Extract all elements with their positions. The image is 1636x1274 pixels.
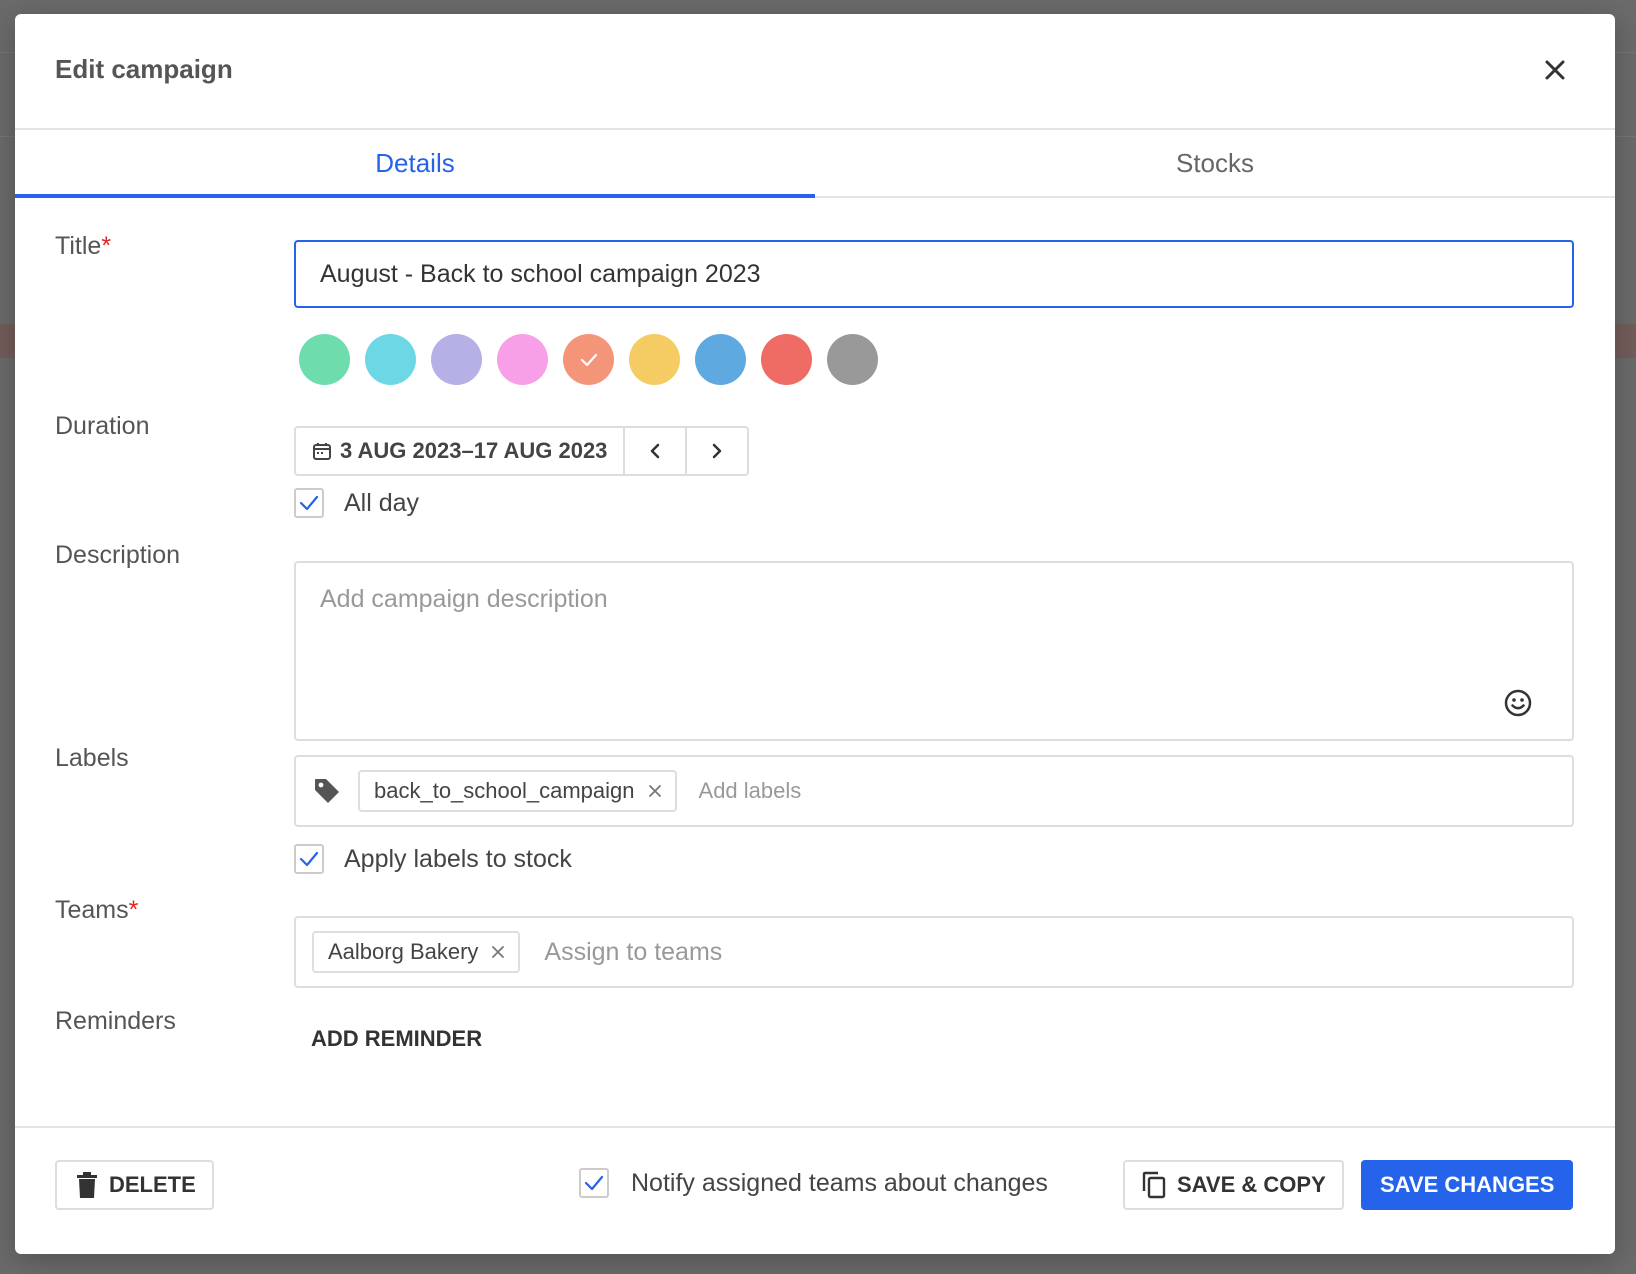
duration-label: Duration: [55, 412, 150, 440]
previous-range-button[interactable]: [625, 428, 688, 474]
description-placeholder: Add campaign description: [320, 585, 608, 613]
calendar-icon: [313, 443, 331, 460]
label-chip-text: back_to_school_campaign: [374, 778, 635, 803]
color-picker: [299, 334, 878, 385]
description-label: Description: [55, 541, 181, 569]
apply-labels-label: Apply labels to stock: [344, 844, 572, 873]
edit-campaign-dialog: Edit campaign Details Stocks Title* Augu…: [15, 14, 1615, 1254]
teams-placeholder: Assign to teams: [544, 937, 723, 966]
color-swatch[interactable]: [299, 334, 350, 385]
labels-label: Labels: [55, 744, 129, 772]
teams-input[interactable]: Aalborg Bakery Assign to teams: [294, 916, 1574, 988]
color-swatch[interactable]: [563, 334, 614, 385]
tab-bar: Details Stocks: [15, 130, 1615, 198]
color-swatch[interactable]: [431, 334, 482, 385]
save-changes-button[interactable]: SAVE CHANGES: [1361, 1160, 1574, 1210]
checkmark-icon: [299, 495, 319, 511]
duration-picker: 3 AUG 2023–17 AUG 2023: [294, 426, 750, 476]
all-day-label: All day: [344, 488, 420, 517]
tab-details[interactable]: Details: [15, 130, 815, 198]
team-chip-text: Aalborg Bakery: [328, 939, 479, 964]
title-label: Title*: [55, 232, 111, 261]
label-chip: back_to_school_campaign: [358, 770, 677, 812]
title-input[interactable]: August - Back to school campaign 2023: [294, 240, 1574, 308]
chevron-left-icon: [651, 443, 660, 459]
remove-team-icon[interactable]: [490, 944, 506, 960]
save-copy-button[interactable]: SAVE & COPY: [1123, 1160, 1344, 1210]
title-label-text: Title: [55, 232, 102, 260]
date-range-button[interactable]: 3 AUG 2023–17 AUG 2023: [296, 428, 626, 474]
color-swatch[interactable]: [365, 334, 416, 385]
color-swatch[interactable]: [497, 334, 548, 385]
apply-labels-row: Apply labels to stock: [294, 844, 572, 874]
required-marker: *: [101, 232, 112, 260]
date-range-text: 3 AUG 2023–17 AUG 2023: [340, 438, 608, 463]
notify-label: Notify assigned teams about changes: [631, 1168, 1048, 1197]
description-textarea[interactable]: Add campaign description: [294, 561, 1574, 741]
checkmark-icon: [584, 1175, 604, 1191]
dialog-header: Edit campaign: [15, 14, 1615, 130]
reminders-label: Reminders: [55, 1007, 176, 1035]
color-swatch[interactable]: [695, 334, 746, 385]
emoji-icon[interactable]: [1502, 687, 1534, 719]
save-copy-label: SAVE & COPY: [1177, 1172, 1326, 1197]
tag-icon: [315, 779, 339, 803]
add-reminder-button[interactable]: ADD REMINDER: [311, 1026, 482, 1052]
required-marker: *: [128, 896, 139, 924]
notify-checkbox[interactable]: [579, 1168, 609, 1198]
close-icon[interactable]: [1539, 54, 1571, 86]
checkmark-icon: [299, 851, 319, 867]
color-swatch[interactable]: [629, 334, 680, 385]
tab-stocks[interactable]: Stocks: [815, 130, 1615, 196]
color-swatch[interactable]: [827, 334, 878, 385]
color-swatch[interactable]: [761, 334, 812, 385]
all-day-row: All day: [294, 488, 419, 518]
dialog-title: Edit campaign: [55, 54, 233, 84]
teams-label-text: Teams: [55, 896, 129, 924]
team-chip: Aalborg Bakery: [312, 931, 521, 973]
apply-labels-checkbox[interactable]: [294, 844, 324, 874]
delete-label: DELETE: [109, 1172, 196, 1197]
teams-label: Teams*: [55, 896, 138, 925]
checkmark-icon: [580, 353, 597, 366]
dialog-footer: DELETE Notify assigned teams about chang…: [15, 1126, 1615, 1256]
labels-input[interactable]: back_to_school_campaign Add labels: [294, 755, 1574, 827]
next-range-button[interactable]: [687, 428, 747, 474]
trash-icon: [77, 1172, 97, 1198]
remove-label-icon[interactable]: [647, 783, 663, 799]
copy-icon: [1142, 1171, 1166, 1199]
all-day-checkbox[interactable]: [294, 488, 324, 518]
chevron-right-icon: [713, 443, 722, 459]
delete-button[interactable]: DELETE: [55, 1160, 214, 1210]
labels-placeholder: Add labels: [698, 778, 802, 803]
notify-row: Notify assigned teams about changes: [579, 1168, 1048, 1198]
